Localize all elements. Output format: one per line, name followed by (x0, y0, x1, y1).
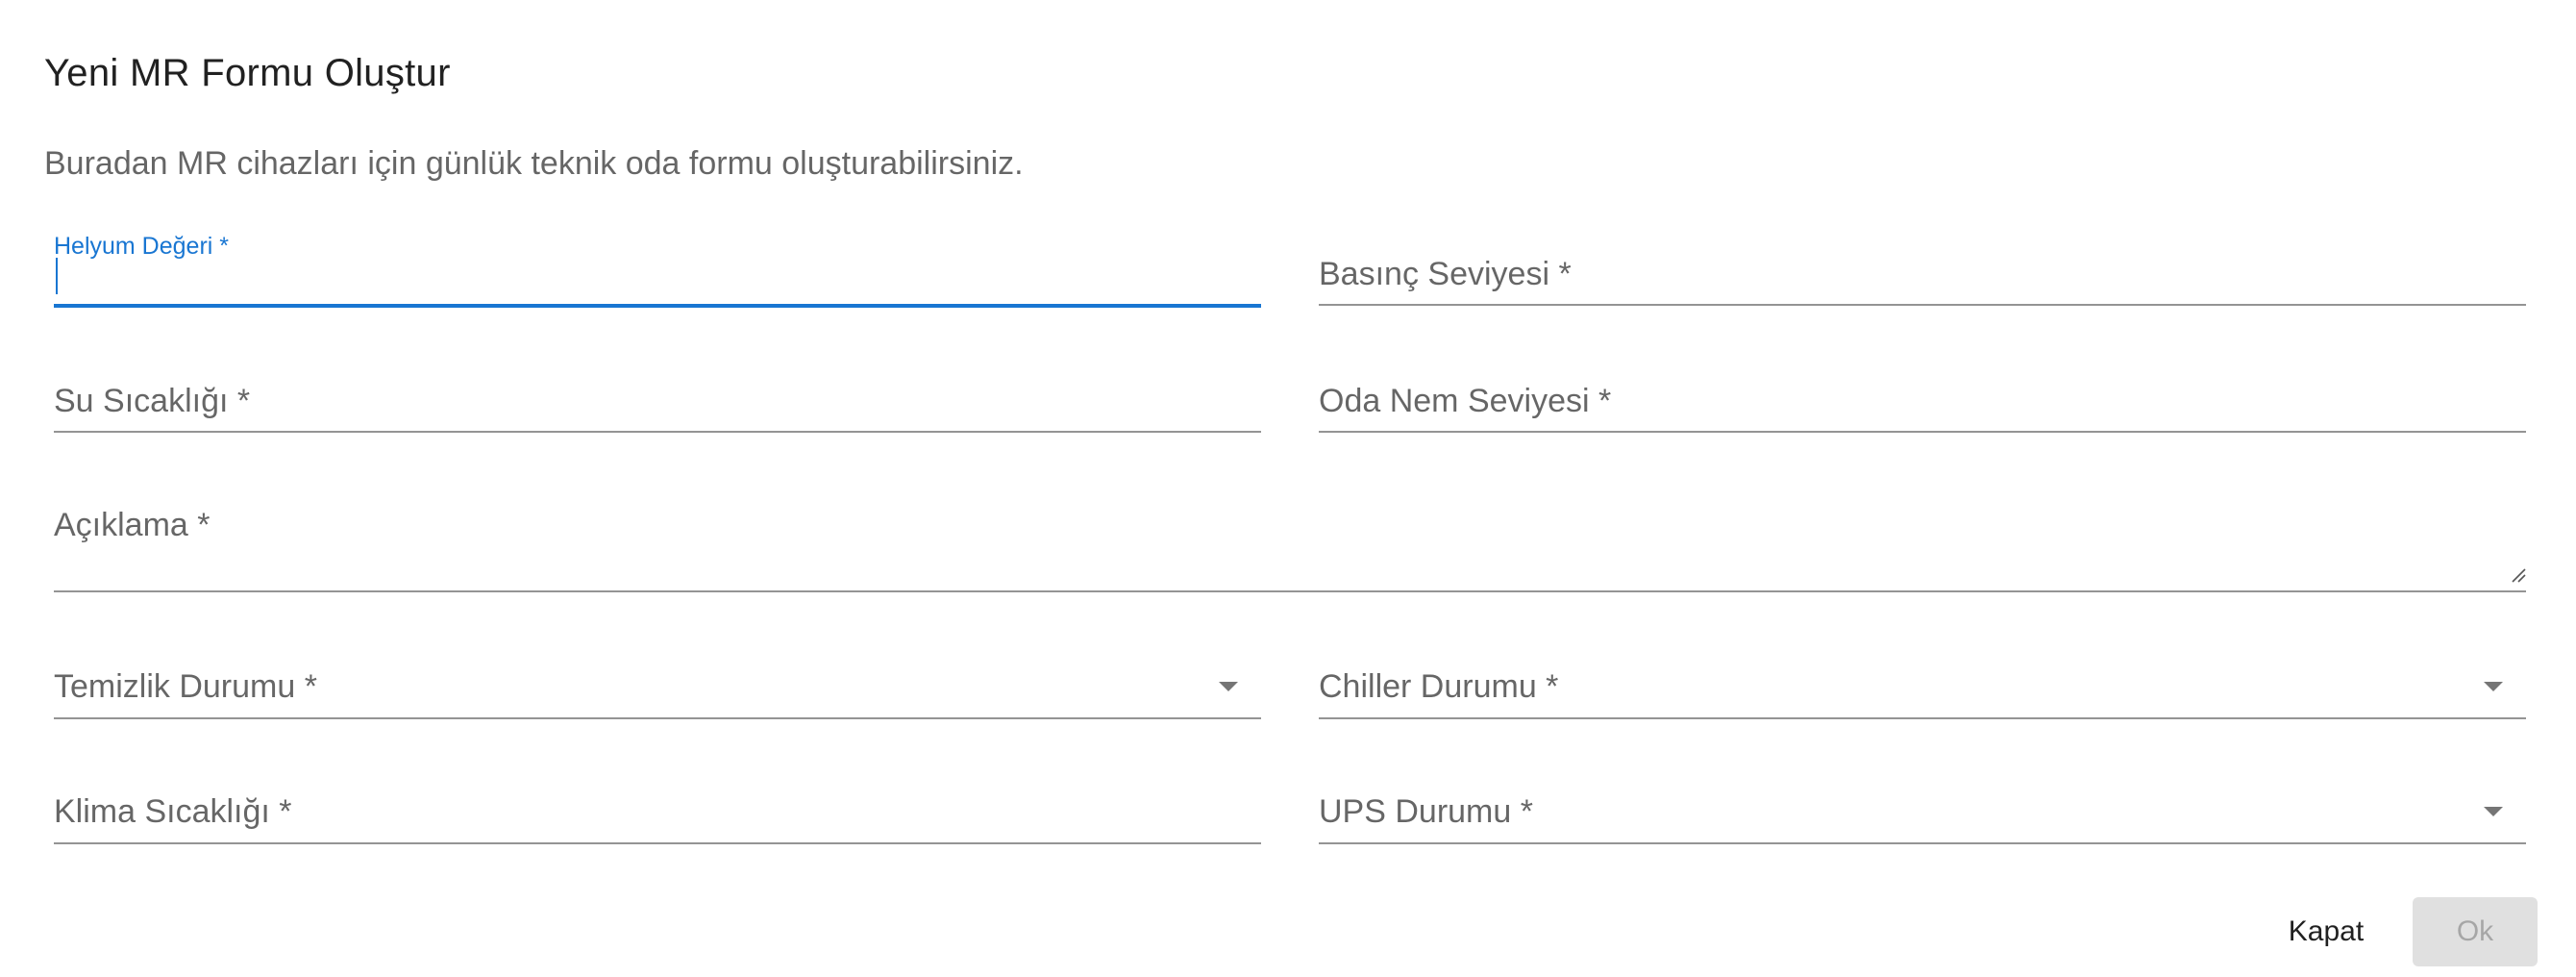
ups-status-underline (1319, 842, 2526, 844)
pressure-level-label: Basınç Seviyesi * (1319, 256, 1572, 292)
description-label: Açıklama * (54, 507, 211, 543)
ok-button[interactable]: Ok (2413, 897, 2538, 966)
water-temperature-field[interactable]: Su Sıcaklığı * (54, 365, 1261, 433)
description-textarea[interactable]: Açıklama * (54, 490, 2526, 592)
helium-value-field[interactable]: Helyum Değeri * (54, 231, 1261, 308)
cleaning-status-select[interactable]: Temizlik Durumu * (54, 654, 1261, 719)
chiller-status-underline (1319, 717, 2526, 719)
description-underline (54, 590, 2526, 592)
chevron-down-icon (1219, 682, 1238, 691)
dialog-subtitle: Buradan MR cihazları için günlük teknik … (44, 145, 1024, 182)
pressure-level-field[interactable]: Basınç Seviyesi * (1319, 231, 2526, 306)
room-humidity-label: Oda Nem Seviyesi * (1319, 383, 1612, 419)
text-cursor (56, 258, 58, 294)
cleaning-status-underline (54, 717, 1261, 719)
chevron-down-icon (2484, 807, 2503, 816)
cleaning-status-label: Temizlik Durumu * (54, 668, 317, 705)
close-button[interactable]: Kapat (2259, 897, 2393, 966)
chiller-status-select[interactable]: Chiller Durumu * (1319, 654, 2526, 719)
chiller-status-label: Chiller Durumu * (1319, 668, 1559, 705)
dialog-title: Yeni MR Formu Oluştur (44, 52, 451, 94)
ac-temperature-underline (54, 842, 1261, 844)
pressure-level-underline (1319, 304, 2526, 306)
helium-value-label: Helyum Değeri * (54, 233, 230, 260)
water-temperature-underline (54, 431, 1261, 433)
ac-temperature-field[interactable]: Klima Sıcaklığı * (54, 781, 1261, 844)
resize-handle-icon[interactable] (2511, 567, 2526, 583)
helium-value-underline (54, 304, 1261, 308)
ac-temperature-label: Klima Sıcaklığı * (54, 793, 292, 830)
ups-status-label: UPS Durumu * (1319, 793, 1533, 830)
chevron-down-icon (2484, 682, 2503, 691)
ups-status-select[interactable]: UPS Durumu * (1319, 781, 2526, 844)
create-mr-form-dialog: Yeni MR Formu Oluştur Buradan MR cihazla… (0, 0, 2576, 977)
room-humidity-underline (1319, 431, 2526, 433)
room-humidity-field[interactable]: Oda Nem Seviyesi * (1319, 365, 2526, 433)
water-temperature-label: Su Sıcaklığı * (54, 383, 251, 419)
